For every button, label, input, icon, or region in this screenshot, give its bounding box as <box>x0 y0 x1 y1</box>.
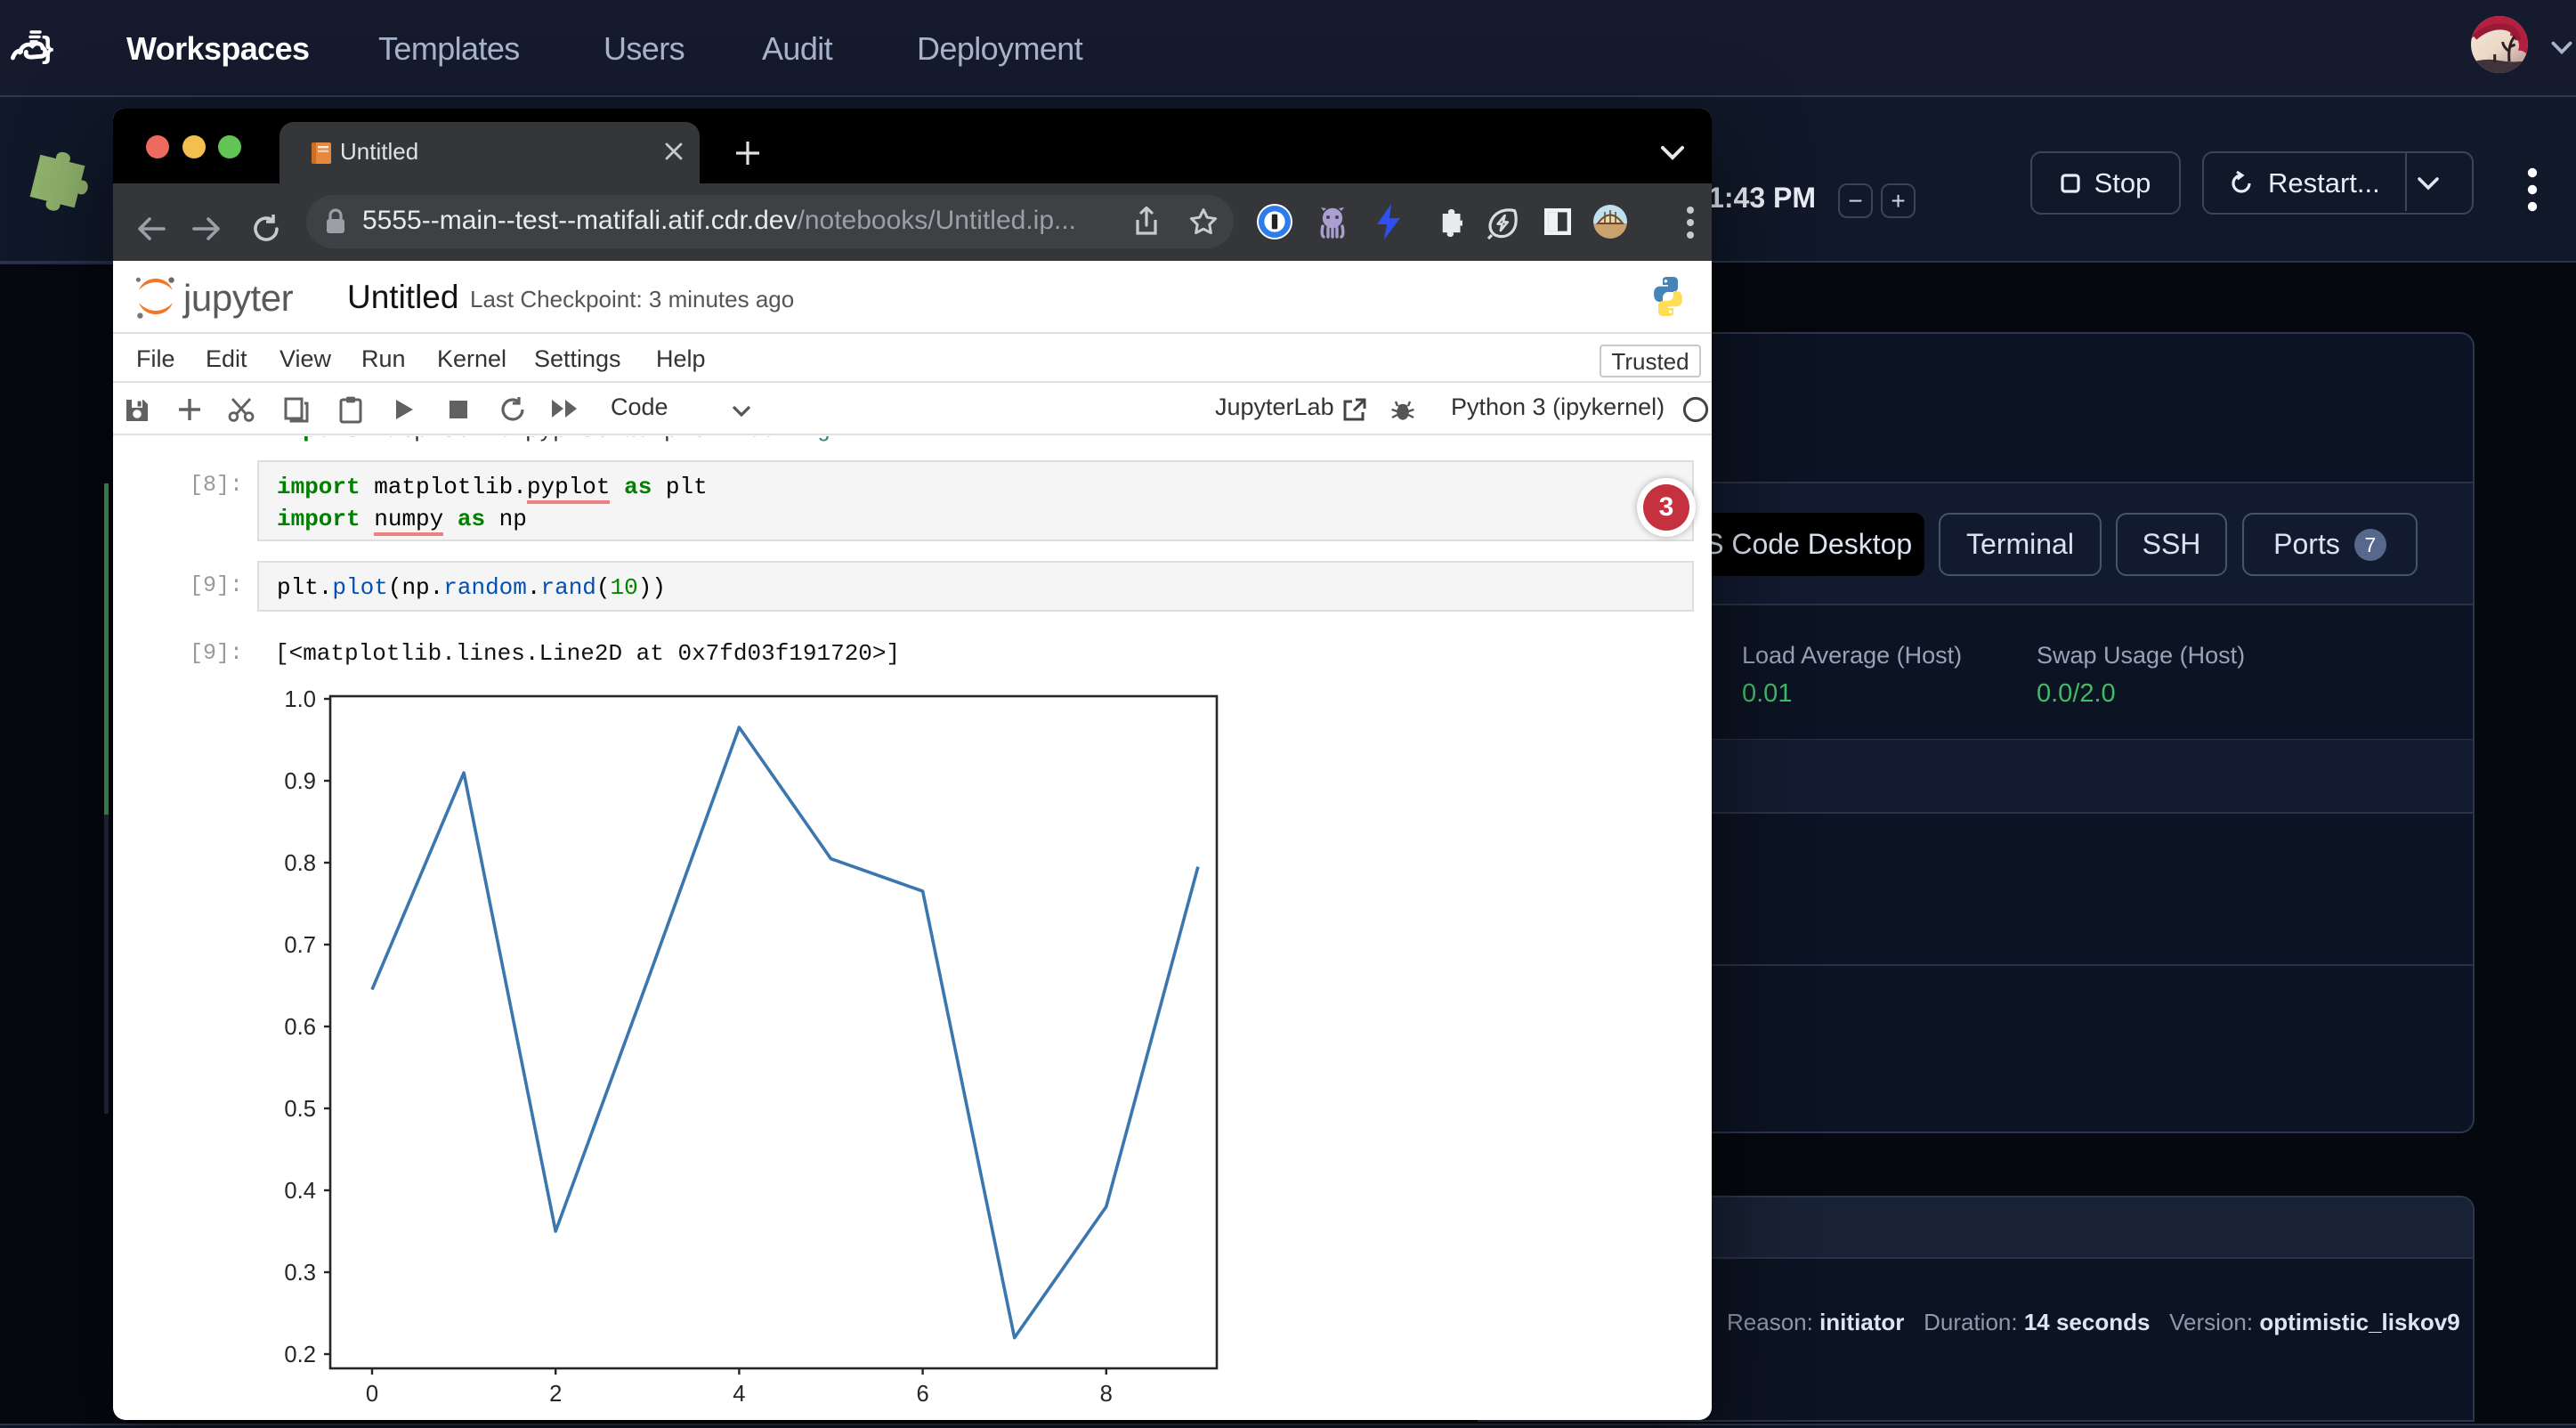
svg-text:2: 2 <box>549 1382 562 1407</box>
svg-text:}: } <box>42 31 53 64</box>
svg-text:6: 6 <box>916 1382 928 1407</box>
svg-text:1.0: 1.0 <box>284 687 316 712</box>
svg-text:0.3: 0.3 <box>284 1261 316 1286</box>
svg-text:0.2: 0.2 <box>284 1343 316 1367</box>
svg-text:0: 0 <box>366 1382 378 1407</box>
svg-text:8: 8 <box>1100 1382 1113 1407</box>
svg-text:0.9: 0.9 <box>284 769 316 794</box>
svg-text:0.4: 0.4 <box>284 1179 316 1204</box>
svg-text:4: 4 <box>733 1382 745 1407</box>
svg-text:0.8: 0.8 <box>284 851 316 876</box>
svg-text:0.5: 0.5 <box>284 1097 316 1122</box>
svg-text:0.7: 0.7 <box>284 933 316 958</box>
svg-text:0.6: 0.6 <box>284 1015 316 1040</box>
